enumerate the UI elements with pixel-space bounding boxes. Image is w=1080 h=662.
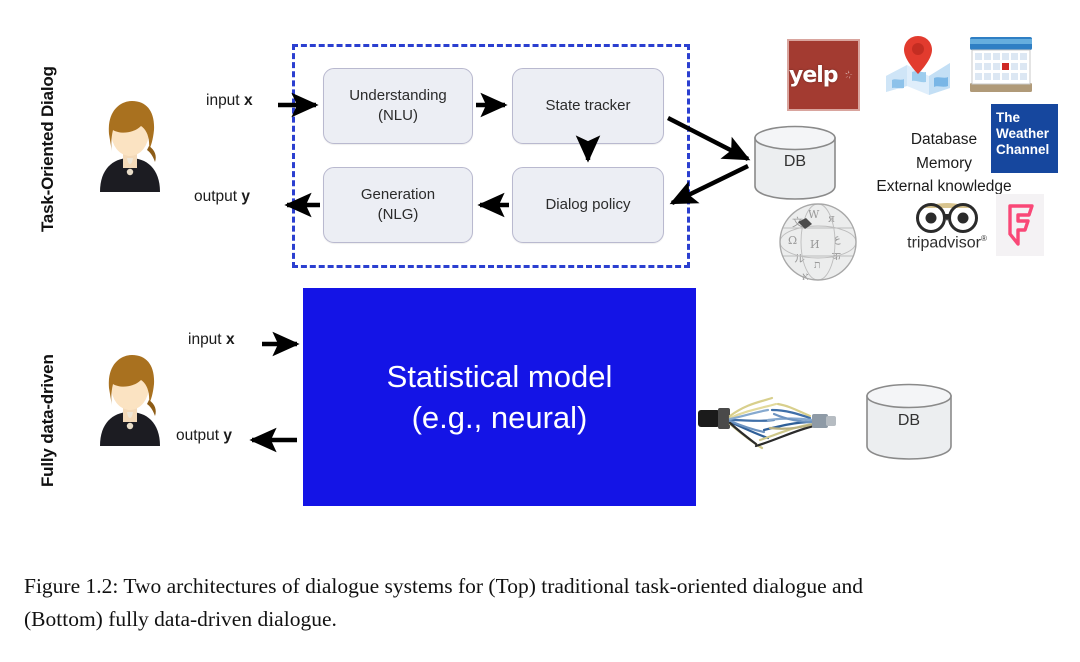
calendar-logo bbox=[970, 37, 1032, 92]
map-location-logo bbox=[886, 36, 950, 95]
database-label: DB bbox=[897, 412, 921, 429]
caption-line-2: (Bottom) fully data-driven dialogue. bbox=[24, 607, 337, 632]
tripadvisor-wordmark: tripadvisor® bbox=[907, 234, 987, 252]
model-subtitle: (e.g., neural) bbox=[411, 400, 588, 435]
yelp-wordmark: yelp bbox=[789, 62, 839, 88]
module-generation-nlg[interactable]: Generation (NLG) bbox=[323, 167, 473, 243]
module-subtitle: (NLU) bbox=[377, 107, 418, 124]
figure-container: Task-Oriented Dialog Fully data-driven i… bbox=[0, 0, 1080, 662]
output-label-bottom: output y bbox=[176, 427, 232, 445]
svg-text:א: א bbox=[802, 270, 809, 282]
model-title: Statistical model bbox=[386, 358, 613, 394]
wikipedia-logo: 文W я ΩИع ル תक א bbox=[779, 203, 857, 282]
foursquare-logo bbox=[996, 194, 1044, 256]
tripadvisor-owl-icon bbox=[916, 203, 978, 233]
foursquare-f-icon bbox=[1008, 204, 1034, 246]
module-title: Dialog policy bbox=[545, 195, 631, 213]
output-variable: y bbox=[241, 188, 251, 205]
database-cylinder-top: DB bbox=[752, 124, 838, 200]
svg-text:Ω: Ω bbox=[788, 234, 797, 247]
module-understanding-nlu[interactable]: Understanding (NLU) bbox=[323, 68, 473, 144]
weather-line-2: Weather bbox=[996, 125, 1050, 141]
input-variable: x bbox=[243, 92, 253, 109]
svg-text:ת: ת bbox=[814, 258, 821, 271]
input-text: input bbox=[206, 92, 240, 109]
weather-line-1: The bbox=[996, 110, 1021, 125]
module-title: Understanding bbox=[349, 86, 447, 104]
network-cable-icon bbox=[698, 396, 836, 450]
module-dialog-policy[interactable]: Dialog policy bbox=[512, 167, 664, 243]
user-avatar-icon bbox=[100, 101, 160, 192]
statistical-model-block[interactable]: Statistical model (e.g., neural) bbox=[303, 288, 696, 506]
svg-text:И: И bbox=[810, 238, 820, 251]
yelp-logo: yelp bbox=[787, 39, 860, 111]
section-label-fully-data-driven: Fully data-driven bbox=[38, 354, 57, 487]
output-text: output bbox=[194, 188, 238, 205]
output-text: output bbox=[176, 427, 220, 444]
module-title: State tracker bbox=[545, 96, 631, 114]
yelp-burst-icon bbox=[841, 67, 856, 82]
module-state-tracker[interactable]: State tracker bbox=[512, 68, 664, 144]
input-label-top: input x bbox=[206, 92, 253, 110]
svg-text:W: W bbox=[808, 208, 820, 221]
figure-caption: Figure 1.2: Two architectures of dialogu… bbox=[24, 570, 1062, 637]
caption-line-1: Figure 1.2: Two architectures of dialogu… bbox=[24, 574, 864, 598]
input-text: input bbox=[188, 331, 222, 348]
tripadvisor-logo: tripadvisor® bbox=[898, 200, 996, 254]
user-avatar-icon bbox=[100, 355, 160, 446]
input-label-bottom: input x bbox=[188, 331, 235, 349]
database-cylinder-bottom: DB bbox=[864, 382, 954, 460]
weather-line-3: Channel bbox=[996, 141, 1050, 157]
weather-channel-logo: The Weather Channel bbox=[991, 104, 1058, 173]
output-variable: y bbox=[223, 427, 233, 444]
output-label-top: output y bbox=[194, 188, 250, 206]
module-title: Generation bbox=[360, 185, 436, 203]
database-label: DB bbox=[783, 153, 807, 170]
section-label-task-oriented: Task-Oriented Dialog bbox=[38, 66, 57, 232]
input-variable: x bbox=[225, 331, 235, 348]
module-subtitle: (NLG) bbox=[377, 206, 419, 223]
